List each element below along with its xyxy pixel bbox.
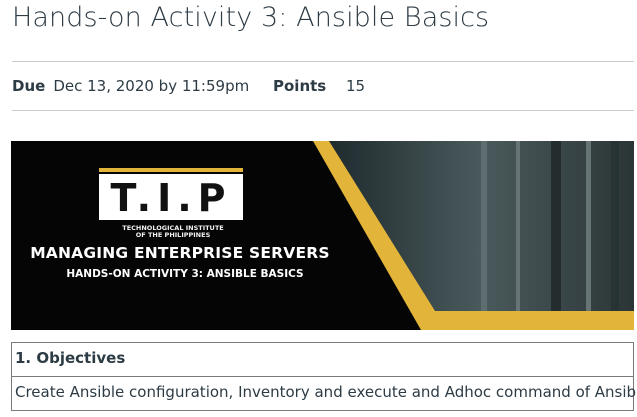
objectives-table: 1. Objectives Create Ansible configurati… (11, 342, 637, 411)
logo-text: T.I.P (110, 176, 232, 220)
logo-subtitle-line2: OF THE PHILIPPINES (135, 231, 211, 239)
logo-subtitle: TECHNOLOGICAL INSTITUTE OF THE PHILIPPIN… (113, 225, 233, 239)
activity-banner-image: T.I.P TECHNOLOGICAL INSTITUTE OF THE PHI… (11, 141, 634, 330)
assignment-details: Due Dec 13, 2020 by 11:59pm Points 15 (12, 77, 365, 95)
banner-subtitle: HANDS-ON ACTIVITY 3: ANSIBLE BASICS (66, 268, 304, 280)
points-value: 15 (346, 77, 366, 95)
due-label: Due (12, 77, 46, 95)
objectives-text: Create Ansible configuration, Inventory … (12, 377, 637, 411)
due-date: Dec 13, 2020 by 11:59pm (53, 77, 250, 95)
points-label: Points (273, 77, 327, 95)
page-title: Hands-on Activity 3: Ansible Basics (12, 2, 490, 33)
divider (12, 61, 634, 62)
tip-logo: T.I.P (99, 168, 243, 228)
objectives-heading: 1. Objectives (12, 343, 633, 377)
divider (12, 110, 634, 111)
banner-title: MANAGING ENTERPRISE SERVERS (30, 244, 330, 262)
